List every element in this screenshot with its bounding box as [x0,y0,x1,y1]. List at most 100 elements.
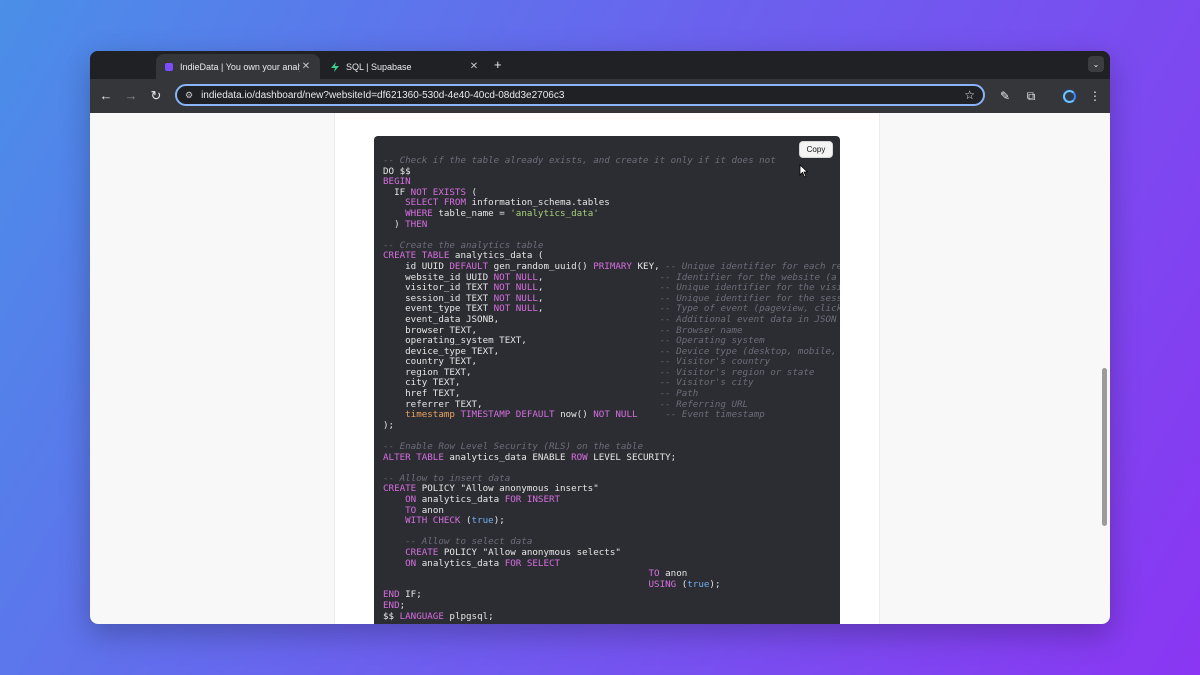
code-token: CREATE [405,546,439,558]
code-token: NOT NULL [493,271,538,283]
code-line: ON analytics_data FOR INSERT [383,494,840,506]
sql-code-block: -- Check if the table already exists, an… [374,136,840,624]
code-token: event_type TEXT [383,303,494,315]
edge-logo-icon [1062,89,1076,103]
code-token: ; [399,599,406,611]
code-token: 'analytics_data' [510,207,599,219]
code-token: WITH CHECK [405,515,461,527]
eyedropper-icon[interactable]: ✎ [998,89,1012,103]
code-token: NOT NULL [493,303,538,315]
code-token: NOT NULL [493,282,538,294]
code-token: operating_system TEXT, [383,335,660,347]
code-line: ); [383,420,840,432]
code-token: IF [383,186,411,198]
sql-code: -- Check if the table already exists, an… [383,155,840,623]
code-token: -- Unique identifier for the visitor [659,282,840,294]
back-button[interactable]: ← [98,88,114,104]
tab-strip: IndieData | You own your analytics ✕ SQL… [90,51,1110,79]
code-line: WHERE table_name = 'analytics_data' [383,207,840,220]
code-token: -- Unique identifier for the session [659,292,840,304]
code-token: table_name = [432,207,511,219]
code-token: analytics_data ( [449,250,544,262]
code-token: city TEXT, [383,377,660,389]
code-token: true [471,515,494,527]
code-token: website_id UUID [383,271,494,283]
code-token: POLICY "Allow anonymous inserts" [416,483,599,495]
code-line: $$ LANGUAGE plpgsql; [383,610,840,623]
code-token: -- Visitor's city [659,377,754,389]
code-token: -- Referring URL [659,398,749,410]
bookmark-star-icon[interactable]: ☆ [964,88,975,102]
code-token: , [537,271,660,283]
code-token: now() [554,409,594,421]
forward-button[interactable]: → [123,88,139,104]
code-token: region TEXT, [383,366,660,378]
reload-button[interactable]: ↻ [148,88,164,104]
code-token: -- Allow to select data [405,536,533,548]
code-token: FOR INSERT [504,494,561,505]
profile-avatar[interactable] [1061,88,1077,104]
address-bar[interactable]: ⚙ indiedata.io/dashboard/new?websiteId=d… [175,84,985,106]
code-line: ) THEN [383,218,840,231]
code-token: THEN [405,218,428,230]
tab-search-button[interactable]: ⌄ [1088,56,1104,72]
code-line: WITH CHECK (true); [383,515,840,527]
code-token: ON [405,557,417,569]
arrow-left-icon: ← [99,88,113,103]
scrollbar-thumb[interactable] [1102,368,1107,526]
code-token: , [537,282,660,294]
code-token: POLICY "Allow anonymous selects" [438,546,621,558]
code-token: IF; [399,589,422,601]
code-token: -- Unique identifier for each record [665,260,840,272]
code-token: plpgsql; [443,610,494,622]
extensions-icon[interactable]: ⧉ [1024,89,1038,103]
code-line: -- Check if the table already exists, an… [383,155,840,167]
code-token: country TEXT, [383,356,660,368]
code-token: -- Enable Row Level Security (RLS) on th… [383,441,643,453]
arrow-right-icon: → [124,88,138,103]
new-tab-button[interactable]: + [494,57,502,72]
code-token: ( [466,186,478,198]
tab-indiedata[interactable]: IndieData | You own your analytics ✕ [156,54,320,79]
code-token: referrer TEXT, [383,398,660,410]
code-token: LEVEL SECURITY; [587,451,677,463]
close-tab-icon[interactable]: ✕ [468,61,480,72]
code-token: session_id TEXT [383,292,494,304]
code-token: event_data JSONB, [383,313,660,325]
code-token: -- Path [659,388,699,400]
code-token: PRIMARY [593,260,632,272]
menu-kebab-icon[interactable]: ⋮ [1088,89,1102,103]
site-info-icon[interactable]: ⚙ [185,90,193,101]
supabase-bolt-icon [331,61,339,72]
code-token: LANGUAGE [399,610,444,622]
url-text[interactable]: indiedata.io/dashboard/new?websiteId=df6… [201,90,564,101]
code-token: -- Type of event (pageview, click [659,303,840,315]
code-token: ( [460,515,472,527]
code-token: -- Additional event data in JSON [659,313,837,325]
code-token: browser TEXT, [383,324,660,336]
code-token: CREATE [383,483,417,495]
code-token: $$ [383,610,400,622]
chevron-down-icon: ⌄ [1092,59,1100,69]
code-token: ALTER TABLE [383,451,444,463]
close-tab-icon[interactable]: ✕ [300,61,312,72]
code-token: NOT EXISTS [410,186,466,198]
code-token: -- Check if the table already exists, an… [383,155,776,166]
copy-button[interactable]: Copy [799,141,833,158]
tab-supabase[interactable]: SQL | Supabase ✕ [322,54,488,79]
indiedata-favicon-icon [165,62,173,71]
tab-title: SQL | Supabase [346,61,412,72]
code-token: ); [709,578,721,590]
code-token: analytics_data [416,557,505,569]
code-token: KEY, [631,260,666,272]
code-token: -- Allow to insert data [383,472,511,484]
reload-icon: ↻ [150,88,162,103]
